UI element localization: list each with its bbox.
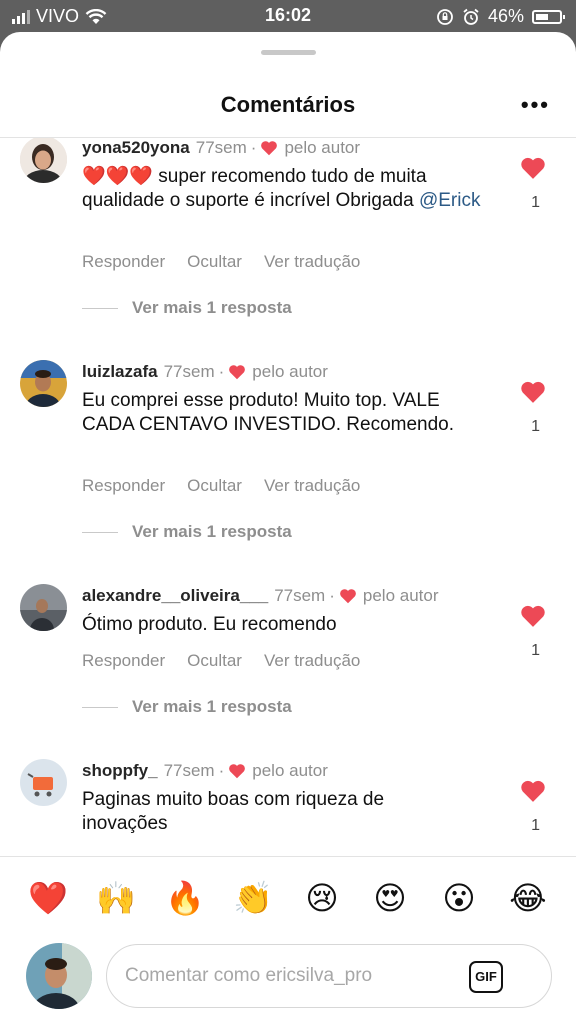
comment-meta: yona520yona 77sem · pelo autor xyxy=(82,138,361,158)
more-options-button[interactable]: ••• xyxy=(521,92,550,118)
avatar[interactable] xyxy=(20,138,67,183)
comment-username[interactable]: alexandre__oliveira___ xyxy=(82,586,268,606)
view-more-replies-button[interactable]: Ver mais 1 resposta xyxy=(82,522,292,542)
comment-meta: luizlazafa 77sem · pelo autor xyxy=(82,362,328,382)
reply-button[interactable]: Responder xyxy=(82,476,165,496)
reply-button[interactable]: Responder xyxy=(82,651,165,671)
translate-button[interactable]: Ver tradução xyxy=(264,476,360,496)
comments-list[interactable]: yona520yona 77sem · pelo autor ❤️❤️❤️ su… xyxy=(0,138,576,856)
author-badge: pelo autor xyxy=(362,586,439,605)
like-count: 1 xyxy=(531,418,540,435)
drag-handle[interactable] xyxy=(261,50,316,55)
crying-emoji-button[interactable]: 😢 xyxy=(300,876,344,920)
heart-eyes-emoji-button[interactable]: 😍 xyxy=(368,876,412,920)
clapping-emoji-button[interactable]: 👏 xyxy=(231,876,275,920)
battery-icon xyxy=(532,9,565,24)
comment-time: 77sem xyxy=(274,586,326,605)
translate-button[interactable]: Ver tradução xyxy=(264,651,360,671)
heart-emoji-button[interactable]: ❤️ xyxy=(26,876,70,920)
comment-time: 77sem xyxy=(163,761,215,780)
translate-button[interactable]: Ver tradução xyxy=(264,252,360,272)
comment-meta: alexandre__oliveira___ 77sem · pelo auto… xyxy=(82,586,439,606)
view-more-replies-button[interactable]: Ver mais 1 resposta xyxy=(82,697,292,717)
reply-button[interactable]: Responder xyxy=(82,252,165,272)
like-heart-icon[interactable] xyxy=(520,604,546,628)
comment-username[interactable]: yona520yona xyxy=(82,138,190,158)
comment-username[interactable]: luizlazafa xyxy=(82,362,158,382)
comment-meta: shoppfy_ 77sem · pelo autor xyxy=(82,761,328,781)
like-count: 1 xyxy=(531,642,540,659)
status-right: 46% xyxy=(436,6,565,27)
author-liked-heart-icon xyxy=(340,589,356,604)
author-liked-heart-icon xyxy=(229,365,246,380)
surprised-emoji-button[interactable]: 😮 xyxy=(437,876,481,920)
author-liked-heart-icon xyxy=(229,764,246,779)
like-count: 1 xyxy=(531,194,540,211)
comment-time: 77sem xyxy=(195,138,247,157)
like-heart-icon[interactable] xyxy=(520,380,546,404)
author-liked-heart-icon xyxy=(261,141,278,156)
author-badge: pelo autor xyxy=(252,761,328,780)
like-count: 1 xyxy=(531,817,540,834)
like-heart-icon[interactable] xyxy=(520,779,546,803)
avatar[interactable] xyxy=(20,584,67,631)
emoji-reaction-bar: ❤️ 🙌 🔥 👏 😢 😍 😮 😂 xyxy=(0,876,576,920)
hide-button[interactable]: Ocultar xyxy=(187,476,242,496)
avatar[interactable] xyxy=(20,759,67,806)
comment-text: Eu comprei esse produto! Muito top. VALE… xyxy=(82,390,455,435)
comment-actions: Responder Ocultar Ver tradução xyxy=(82,651,360,671)
hide-button[interactable]: Ocultar xyxy=(187,252,242,272)
comment-composer: GIF xyxy=(106,944,552,1008)
hide-button[interactable]: Ocultar xyxy=(187,651,242,671)
orientation-lock-icon xyxy=(437,8,453,25)
comment-input[interactable] xyxy=(125,961,455,991)
comment-username[interactable]: shoppfy_ xyxy=(82,761,158,781)
comment-actions: Responder Ocultar Ver tradução xyxy=(82,252,360,272)
raising-hands-emoji-button[interactable]: 🙌 xyxy=(94,876,138,920)
author-badge: pelo autor xyxy=(284,138,361,157)
avatar[interactable] xyxy=(20,360,67,407)
author-badge: pelo autor xyxy=(252,362,328,381)
status-bar: VIVO 16:02 46% xyxy=(0,0,576,32)
like-heart-icon[interactable] xyxy=(520,156,546,180)
fire-emoji-button[interactable]: 🔥 xyxy=(163,876,207,920)
comment-text: Paginas muito boas com riqueza de inovaç… xyxy=(82,789,385,834)
emoji-divider xyxy=(0,856,576,857)
battery-percent: 46% xyxy=(487,6,524,26)
view-more-replies-button[interactable]: Ver mais 1 resposta xyxy=(82,298,292,318)
comment-text: ❤️❤️❤️ super recomendo tudo de muita qua… xyxy=(82,166,481,211)
gif-button[interactable]: GIF xyxy=(469,961,503,993)
comments-sheet: Comentários ••• yona520yona 77sem · pelo… xyxy=(0,32,576,1024)
sheet-title: Comentários xyxy=(220,92,356,117)
alarm-icon xyxy=(463,8,479,25)
laughing-emoji-button[interactable]: 😂 xyxy=(506,876,550,920)
mention-link[interactable]: @Erick xyxy=(419,190,481,211)
comment-actions: Responder Ocultar Ver tradução xyxy=(82,476,360,496)
comment-text: Ótimo produto. Eu recomendo xyxy=(82,614,337,635)
comment-time: 77sem xyxy=(163,362,215,381)
my-avatar xyxy=(26,943,92,1009)
